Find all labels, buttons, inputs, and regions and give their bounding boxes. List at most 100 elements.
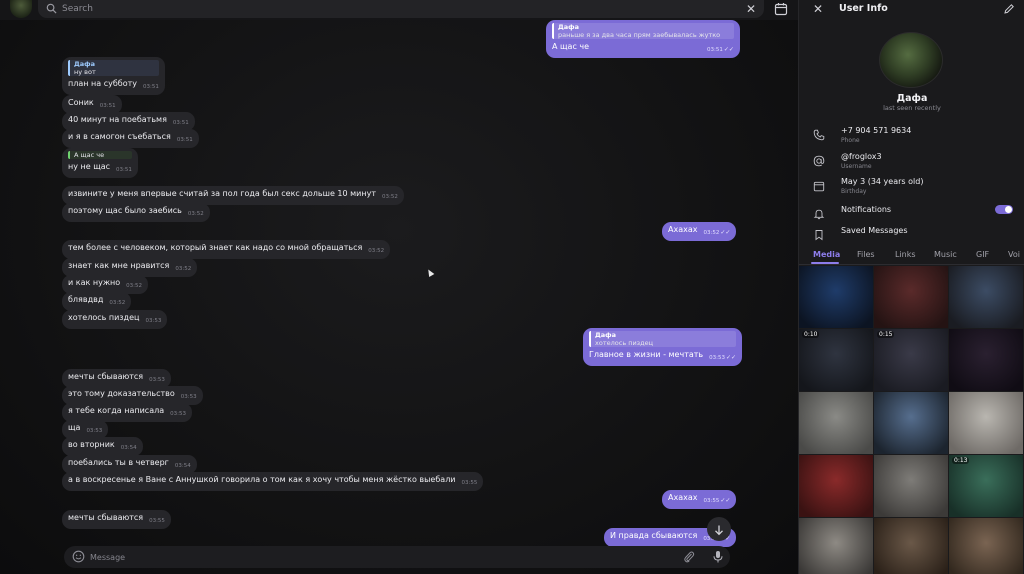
phone-row[interactable]: +7 904 571 9634 Phone bbox=[799, 126, 1024, 150]
scroll-down-button[interactable] bbox=[707, 517, 731, 541]
read-check-icon: ✓✓ bbox=[720, 497, 731, 504]
message-time: 03:52 bbox=[368, 248, 385, 254]
reply-author: Дафа bbox=[74, 60, 96, 68]
user-info-panel: ✕ User Info Дафа last seen recently +7 9… bbox=[798, 0, 1024, 574]
media-grid: 0:10 0:15 0:13 bbox=[799, 266, 1024, 574]
message-text: мечты сбываются bbox=[68, 513, 144, 522]
media-thumbnail[interactable] bbox=[949, 518, 1023, 574]
arrow-down-icon bbox=[715, 525, 723, 535]
calendar-icon[interactable] bbox=[774, 2, 788, 16]
search-input[interactable] bbox=[62, 1, 722, 17]
read-check-icon: ✓✓ bbox=[720, 229, 731, 236]
reply-text: раньше я за два часа прям заебывалась жу… bbox=[558, 31, 721, 39]
media-thumbnail[interactable] bbox=[799, 266, 873, 328]
message-in[interactable]: хотелось пиздец 03:53 bbox=[62, 310, 168, 329]
message-text: Главное в жизни - мечтать bbox=[589, 350, 704, 359]
tab-music[interactable]: Music bbox=[934, 250, 957, 259]
profile-photo[interactable] bbox=[879, 32, 943, 88]
birthday-row[interactable]: May 3 (34 years old) Birthday bbox=[799, 177, 1024, 201]
tab-gif[interactable]: GIF bbox=[976, 250, 989, 259]
pencil-icon[interactable] bbox=[1003, 3, 1015, 15]
message-text: мечты сбываются bbox=[68, 372, 144, 381]
reply-preview[interactable]: А щас че bbox=[68, 151, 132, 159]
media-thumbnail[interactable]: 0:13 bbox=[949, 455, 1023, 517]
saved-messages-label: Saved Messages bbox=[841, 226, 908, 235]
read-check-icon: ✓✓ bbox=[726, 354, 737, 361]
birthday-label: Birthday bbox=[841, 188, 867, 195]
message-input[interactable] bbox=[90, 549, 670, 565]
media-thumbnail[interactable] bbox=[874, 392, 948, 454]
message-text: 40 минут на поебатьмя bbox=[68, 115, 167, 124]
message-time: 03:53 bbox=[149, 377, 165, 383]
message-text: знает как мне нравится bbox=[68, 261, 170, 270]
username-row[interactable]: @froglox3 Username bbox=[799, 152, 1024, 176]
birthday-value: May 3 (34 years old) bbox=[841, 177, 924, 186]
video-duration: 0:13 bbox=[952, 457, 970, 464]
read-check-icon: ✓✓ bbox=[723, 46, 734, 53]
emoji-icon[interactable] bbox=[72, 550, 85, 563]
bell-icon bbox=[813, 209, 825, 220]
media-thumbnail[interactable]: 0:10 bbox=[799, 329, 873, 391]
microphone-icon[interactable] bbox=[712, 550, 724, 563]
media-thumbnail[interactable] bbox=[874, 455, 948, 517]
tab-media[interactable]: Media bbox=[813, 250, 840, 259]
message-text: и я в самогон съебаться bbox=[68, 132, 171, 141]
message-text: Ахахах bbox=[668, 225, 698, 234]
message-text: ща bbox=[68, 423, 81, 432]
message-text: ну не щас bbox=[68, 162, 111, 171]
message-text: Соник bbox=[68, 98, 94, 107]
message-in[interactable]: мечты сбываются 03:55 bbox=[62, 510, 171, 529]
media-thumbnail[interactable] bbox=[949, 392, 1023, 454]
media-thumbnail[interactable] bbox=[874, 518, 948, 574]
reply-preview[interactable]: Дафа ну вот bbox=[68, 60, 159, 76]
message-out[interactable]: Дафа раньше я за два часа прям заебывала… bbox=[546, 20, 740, 58]
message-in[interactable]: и я в самогон съебаться 03:51 bbox=[62, 129, 199, 148]
notifications-toggle[interactable] bbox=[995, 205, 1013, 214]
tab-voice[interactable]: Voi bbox=[1008, 250, 1020, 259]
message-time: 03:54 bbox=[120, 445, 137, 451]
tab-files[interactable]: Files bbox=[857, 250, 875, 259]
message-time: 03:53 bbox=[709, 355, 725, 361]
media-thumbnail[interactable]: 0:15 bbox=[874, 329, 948, 391]
message-time: 03:51 bbox=[99, 103, 116, 109]
message-out[interactable]: Ахахах 03:55✓✓ bbox=[662, 490, 737, 509]
message-in[interactable]: во вторник 03:54 bbox=[62, 437, 143, 456]
reply-text: А щас че bbox=[74, 151, 105, 159]
close-search-icon[interactable]: ✕ bbox=[744, 2, 758, 16]
message-in[interactable]: поэтому щас было заебись 03:52 bbox=[62, 203, 210, 222]
message-time: 03:55 bbox=[461, 480, 478, 486]
message-out[interactable]: Дафа хотелось пиздец Главное в жизни - м… bbox=[583, 328, 743, 366]
search-icon bbox=[46, 3, 57, 14]
mouse-cursor bbox=[425, 267, 435, 278]
media-thumbnail[interactable] bbox=[799, 392, 873, 454]
reply-author: Дафа bbox=[558, 23, 580, 31]
message-out[interactable]: Ахахах 03:52✓✓ bbox=[662, 222, 737, 241]
message-in[interactable]: а в воскресенье я Ване с Аннушкой говори… bbox=[62, 472, 484, 491]
media-thumbnail[interactable] bbox=[949, 329, 1023, 391]
close-icon[interactable]: ✕ bbox=[811, 2, 825, 16]
message-text: Ахахах bbox=[668, 493, 698, 502]
media-thumbnail[interactable] bbox=[799, 455, 873, 517]
message-time: 03:53 bbox=[145, 318, 162, 324]
message-time: 03:52 bbox=[175, 266, 192, 272]
message-in[interactable]: А щас че ну не щас 03:51 bbox=[62, 148, 138, 178]
tab-links[interactable]: Links bbox=[895, 250, 916, 259]
reply-preview[interactable]: Дафа хотелось пиздец bbox=[589, 331, 737, 347]
paperclip-icon[interactable] bbox=[683, 550, 695, 563]
calendar-icon bbox=[813, 181, 825, 192]
media-thumbnail[interactable] bbox=[874, 266, 948, 328]
phone-icon bbox=[813, 129, 825, 141]
media-thumbnail[interactable] bbox=[949, 266, 1023, 328]
reply-text: хотелось пиздец bbox=[595, 339, 654, 347]
message-time: 03:51 bbox=[142, 84, 159, 90]
phone-value: +7 904 571 9634 bbox=[841, 126, 912, 135]
message-text: план на субботу bbox=[68, 79, 137, 88]
username-value: @froglox3 bbox=[841, 152, 882, 161]
message-in[interactable]: тем более с человеком, который знает как… bbox=[62, 240, 391, 259]
message-text: а в воскресенье я Ване с Аннушкой говори… bbox=[68, 475, 456, 484]
message-time: 03:53 bbox=[180, 394, 197, 400]
media-thumbnail[interactable] bbox=[799, 518, 873, 574]
reply-preview[interactable]: Дафа раньше я за два часа прям заебывала… bbox=[552, 23, 734, 39]
message-in[interactable]: блявдвд 03:52 bbox=[62, 292, 132, 311]
message-in[interactable]: Дафа ну вот план на субботу 03:51 bbox=[62, 57, 165, 95]
